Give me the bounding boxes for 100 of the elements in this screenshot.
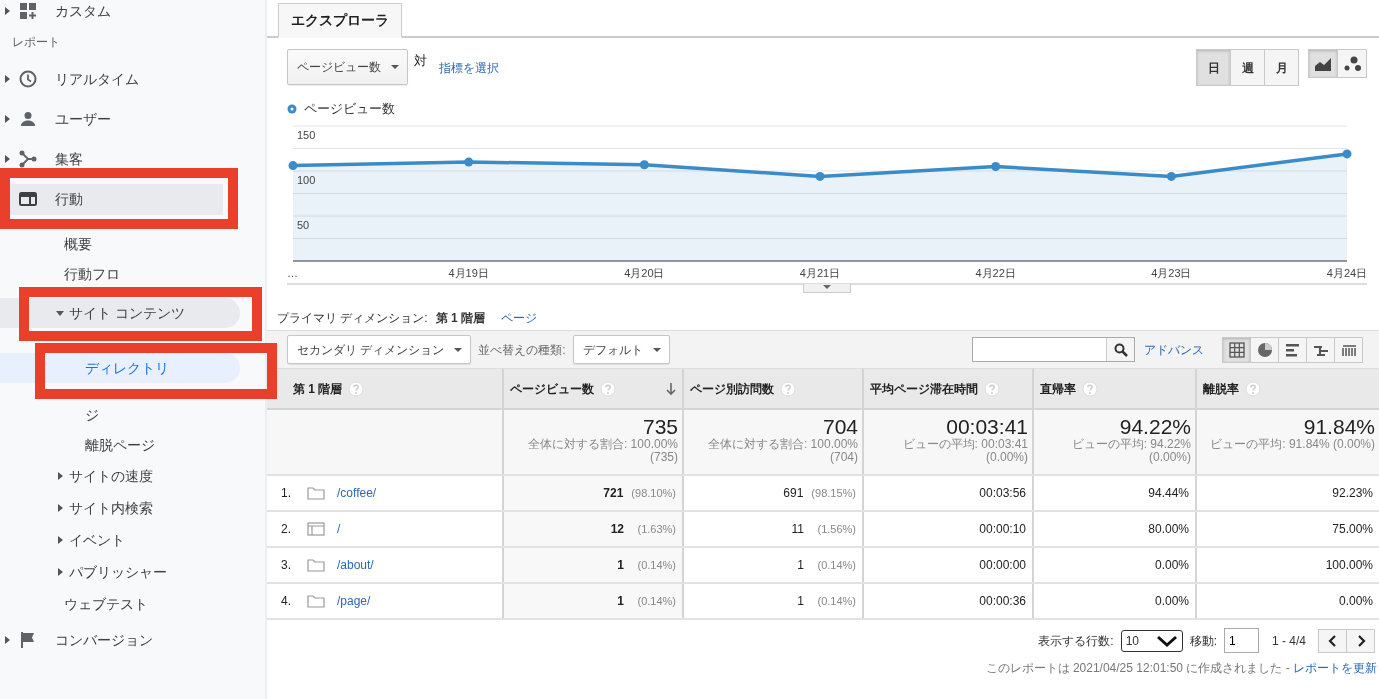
rows-select[interactable]: 10 [1120,629,1183,652]
x-tick-label: 4月19日 [448,267,489,279]
column-header[interactable]: 離脱率 [1196,369,1379,409]
line-chart-button[interactable] [1308,49,1338,78]
period-button[interactable]: 週 [1230,49,1265,86]
x-tick-label: 4月21日 [799,267,841,279]
cell-share: (0.14%) [636,594,676,609]
y-tick-label: 150 [297,129,316,141]
dimension-option[interactable]: ページ [501,309,537,327]
cell-value: 00:00:10 [979,522,1026,536]
path-link[interactable]: /page/ [337,592,371,610]
view-button[interactable] [1306,336,1335,363]
sidebar-item[interactable]: カスタム [0,0,111,22]
column-header[interactable]: 平均ページ滞在時間 [863,369,1033,409]
column-header[interactable]: ページビュー数 [503,369,683,409]
cell-share: (1.63%) [636,522,676,537]
refresh-report-link[interactable]: レポートを更新 [1293,661,1377,675]
cell-value: 0.00% [1154,594,1189,608]
sidebar-item[interactable]: ユーザー [0,103,223,135]
data-point [288,161,298,171]
sidebar-item[interactable]: 離脱ページ [0,430,240,460]
caret-right-icon [3,75,11,83]
path-link[interactable]: /coffee/ [337,484,377,502]
versus-label: 対 [414,52,427,70]
folder-icon [307,486,325,500]
help-icon [984,380,1000,397]
cell-value: 11 [791,522,804,536]
view-button[interactable] [1278,336,1307,363]
grid-plus-icon [18,1,38,21]
goto-field[interactable]: 1 [1223,628,1259,653]
path-link[interactable]: / [337,520,341,538]
metric-dropdown[interactable]: ページビュー数 [287,49,408,85]
chevron-left-icon [1327,634,1338,647]
view-button[interactable] [1250,336,1279,363]
column-header[interactable]: 直帰率 [1033,369,1196,409]
cell-value: 0.00% [1154,558,1189,572]
report-note: このレポートは 2021/04/25 12:01:50 に作成されました - [985,661,1291,675]
chevron-down-icon [1155,634,1178,647]
row-number: 1. [281,485,292,502]
cell-value: 75.00% [1332,522,1373,536]
row-number: 2. [281,521,292,538]
cell-value: 12 [610,522,624,536]
caret-right-icon [56,568,64,576]
sidebar-item[interactable]: 行動フロ [0,259,240,289]
choose-metric-link[interactable]: 指標を選択 [439,59,499,77]
caret-down-icon [822,284,832,290]
person-icon [18,109,38,129]
sidebar-item[interactable]: ジ [0,400,240,430]
column-header[interactable]: ページ別訪問数 [683,369,863,409]
rows-label: 表示する行数: [1038,632,1114,650]
total-note: (0.00%) [984,451,1028,465]
caret-right-icon [56,472,64,480]
dimension-option[interactable]: 第 1 階層 [435,309,485,327]
help-icon [780,380,796,397]
total-value: 91.84% [1302,416,1375,439]
period-button[interactable]: 日 [1196,49,1231,86]
advanced-link[interactable]: アドバンス [1144,340,1204,359]
cell-value: 100.00% [1325,558,1373,572]
view-button[interactable] [1222,336,1251,363]
sidebar-item[interactable]: パブリッシャー [0,557,240,587]
cell-value: 00:03:56 [979,486,1026,500]
secondary-dimension-dropdown[interactable]: セカンダリ ディメンション [287,335,472,364]
chart-collapse-handle[interactable] [803,284,851,293]
sort-dropdown[interactable]: デフォルト [572,335,670,364]
bubbles-icon [1343,55,1361,72]
previous-button[interactable] [1318,628,1347,653]
sort-label: 並べ替えの種類: [478,341,566,359]
search-field[interactable] [972,337,1135,362]
data-point [1166,171,1176,181]
data-point [639,160,649,170]
sidebar-item[interactable]: イベント [0,525,240,555]
period-button[interactable]: 月 [1264,49,1299,86]
total-note: ビューの平均: 91.84% (0.00%) [1209,438,1375,452]
sidebar-item[interactable]: リアルタイム [0,63,223,95]
total-note: 全体に対する割合: 100.00% [706,438,858,452]
total-note: (735) [649,451,678,465]
cell-value: 00:00:36 [979,594,1026,608]
view-button[interactable] [1334,336,1363,363]
sidebar-item[interactable]: 集客 [0,143,223,175]
path-link[interactable]: /about/ [337,556,374,574]
legend-label: ページビュー数 [304,100,395,119]
x-tick-label: 4月20日 [624,267,665,279]
x-tick-label: 4月24日 [1326,267,1368,279]
data-point [464,157,474,167]
sidebar-item[interactable]: ディレクトリ [0,353,240,383]
help-icon [1082,380,1098,397]
next-button[interactable] [1346,628,1375,653]
column-header[interactable]: 第 1 階層 [267,369,503,409]
sidebar-item[interactable]: コンバージョン [0,624,223,656]
motion-chart-button[interactable] [1337,49,1367,78]
sidebar-item[interactable]: サイト コンテンツ [0,298,240,328]
cell-share: (0.14%) [816,558,856,573]
cell-value: 00:00:00 [979,558,1026,572]
sidebar-item[interactable]: サイト内検索 [0,493,240,523]
explorer-tab[interactable]: エクスプローラ [278,3,402,38]
sidebar-item[interactable]: 概要 [0,229,240,259]
x-tick-label: … [287,267,298,279]
sidebar-item[interactable]: ウェブテスト [0,589,240,619]
bars-icon [1284,341,1301,358]
sidebar-item[interactable]: サイトの速度 [0,461,240,491]
